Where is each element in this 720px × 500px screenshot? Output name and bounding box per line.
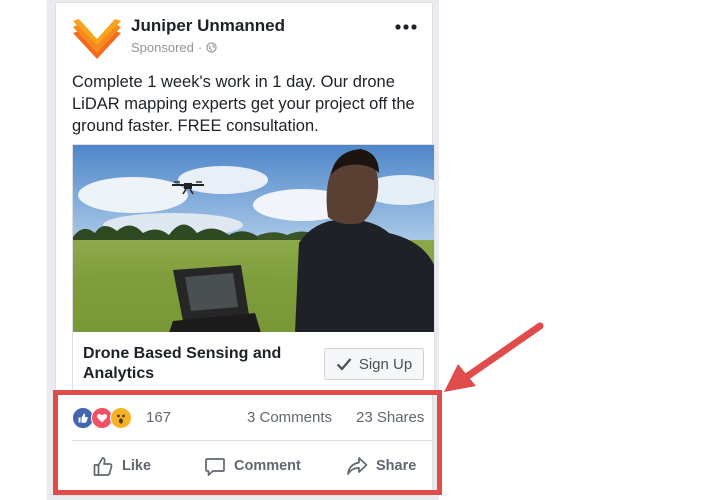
checkmark-icon	[336, 358, 352, 371]
annotation-arrow-icon	[444, 322, 544, 392]
globe-icon	[206, 42, 217, 53]
sign-up-button[interactable]: Sign Up	[324, 348, 424, 380]
sponsored-text: Sponsored	[131, 40, 194, 55]
link-preview[interactable]: Drone Based Sensing and Analytics Sign U…	[72, 332, 435, 391]
sponsored-label: Sponsored ·	[131, 40, 217, 55]
more-options-button[interactable]	[394, 17, 418, 31]
juniper-logo-icon[interactable]	[71, 17, 123, 61]
link-title[interactable]: Drone Based Sensing and Analytics	[83, 344, 313, 384]
ad-image[interactable]	[72, 144, 435, 334]
page-name-link[interactable]: Juniper Unmanned	[131, 16, 285, 36]
sign-up-label: Sign Up	[358, 355, 413, 373]
dot-separator: ·	[197, 40, 203, 55]
annotation-highlight-box	[53, 390, 442, 495]
drone-photo-image	[73, 145, 434, 333]
post-text: Complete 1 week's work in 1 day. Our dro…	[72, 73, 415, 135]
more-horizontal-icon	[395, 24, 417, 30]
